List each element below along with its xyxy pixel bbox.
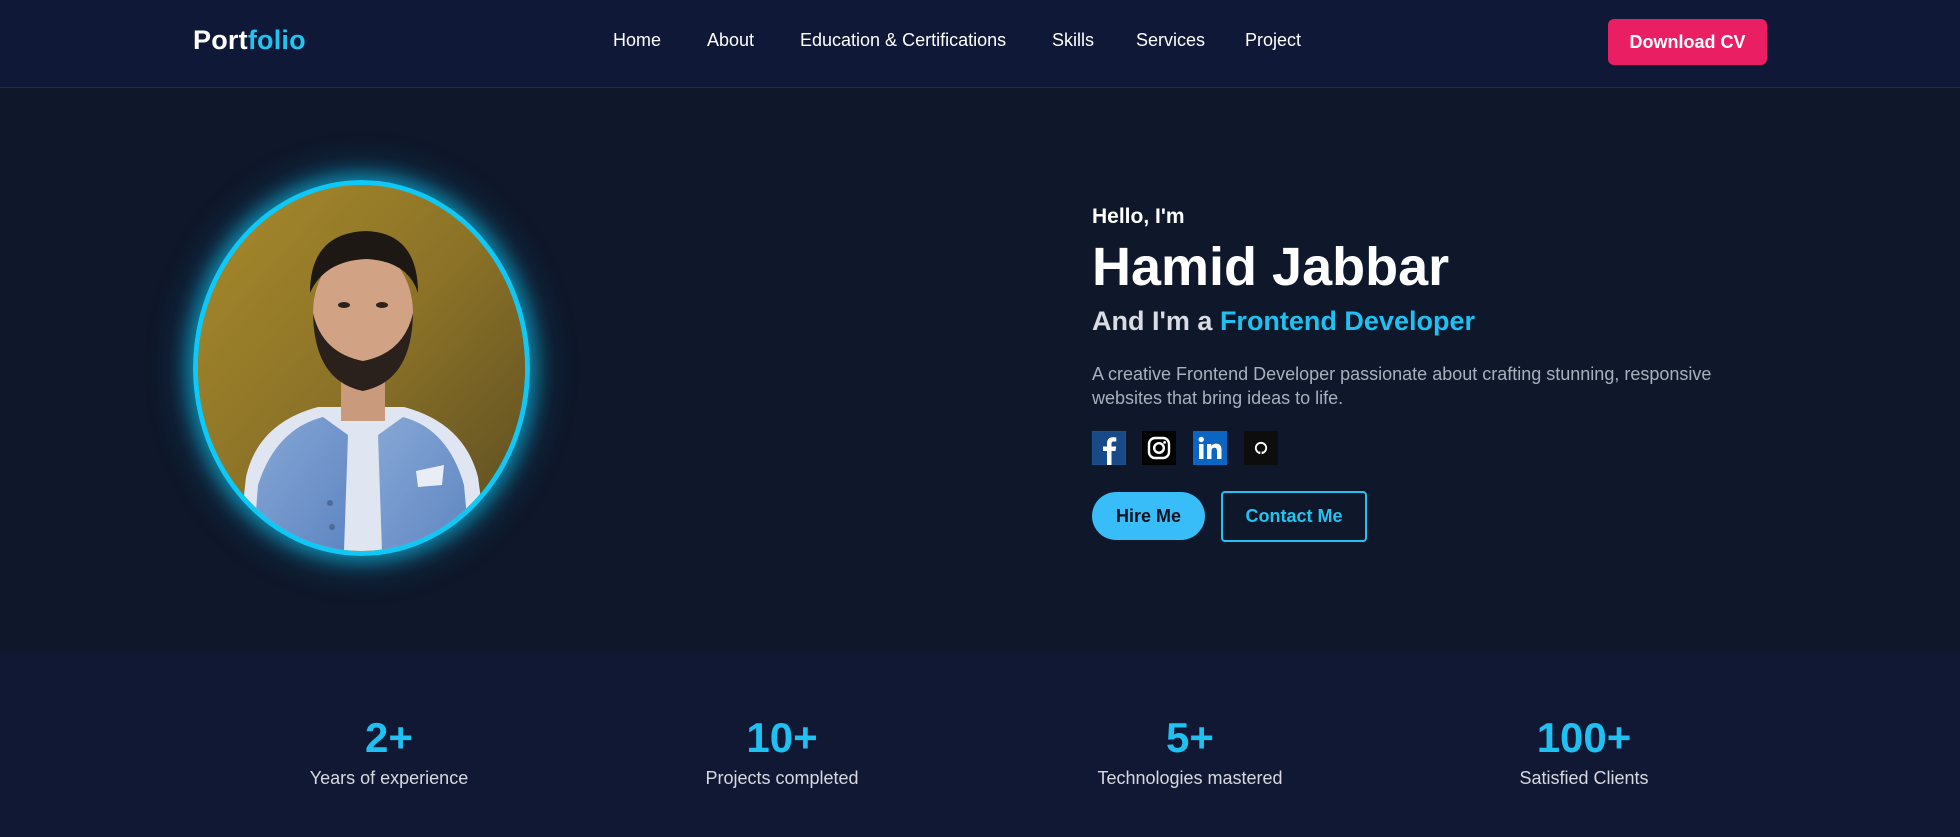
stat-value: 100+ [1536, 714, 1632, 761]
nav-link-home[interactable]: Home [613, 30, 661, 51]
nav-link-about[interactable]: About [707, 30, 754, 51]
stat-label: Satisfied Clients [1519, 768, 1649, 788]
stat-years-experience: 2+ Years of experience [239, 652, 539, 789]
stat-label: Technologies mastered [1097, 768, 1283, 788]
nav-link-project[interactable]: Project [1245, 30, 1301, 51]
stat-technologies-mastered: 5+ Technologies mastered [1040, 652, 1340, 789]
hero-role-prefix: And I'm a [1092, 306, 1220, 336]
brand-logo-part2: folio [247, 25, 306, 55]
stat-label: Years of experience [309, 768, 469, 788]
hero-role: And I'm a Frontend Developer [1092, 306, 1475, 337]
stat-label: Projects completed [705, 768, 859, 788]
hero-name: Hamid Jabbar [1092, 237, 1450, 297]
nav-link-education[interactable]: Education & Certifications [800, 30, 1006, 51]
profile-photo-illustration [198, 185, 525, 551]
contact-me-button[interactable]: Contact Me [1221, 491, 1367, 542]
nav-link-skills[interactable]: Skills [1052, 30, 1094, 51]
stat-value: 2+ [365, 714, 413, 761]
hire-me-button[interactable]: Hire Me [1092, 492, 1205, 540]
download-cv-button[interactable]: Download CV [1608, 19, 1767, 65]
github-icon[interactable] [1244, 431, 1278, 465]
brand-logo-part1: Port [193, 25, 248, 55]
stats-section: 2+ Years of experience 10+ Projects comp… [0, 652, 1960, 837]
brand-logo[interactable]: Portfolio [193, 25, 306, 56]
profile-photo [193, 180, 530, 556]
stat-value: 5+ [1166, 714, 1214, 761]
hero-greeting: Hello, I'm [1092, 205, 1185, 228]
stat-projects-completed: 10+ Projects completed [632, 652, 932, 789]
facebook-icon[interactable] [1092, 431, 1126, 465]
instagram-icon[interactable] [1142, 431, 1176, 465]
hero-description: A creative Frontend Developer passionate… [1092, 364, 1712, 408]
linkedin-icon[interactable] [1193, 431, 1227, 465]
stat-value: 10+ [746, 714, 818, 761]
nav-link-services[interactable]: Services [1136, 30, 1205, 51]
stat-satisfied-clients: 100+ Satisfied Clients [1434, 652, 1734, 789]
top-navbar: Portfolio Home About Education & Certifi… [0, 0, 1960, 88]
hero-role-highlight: Frontend Developer [1219, 306, 1475, 336]
